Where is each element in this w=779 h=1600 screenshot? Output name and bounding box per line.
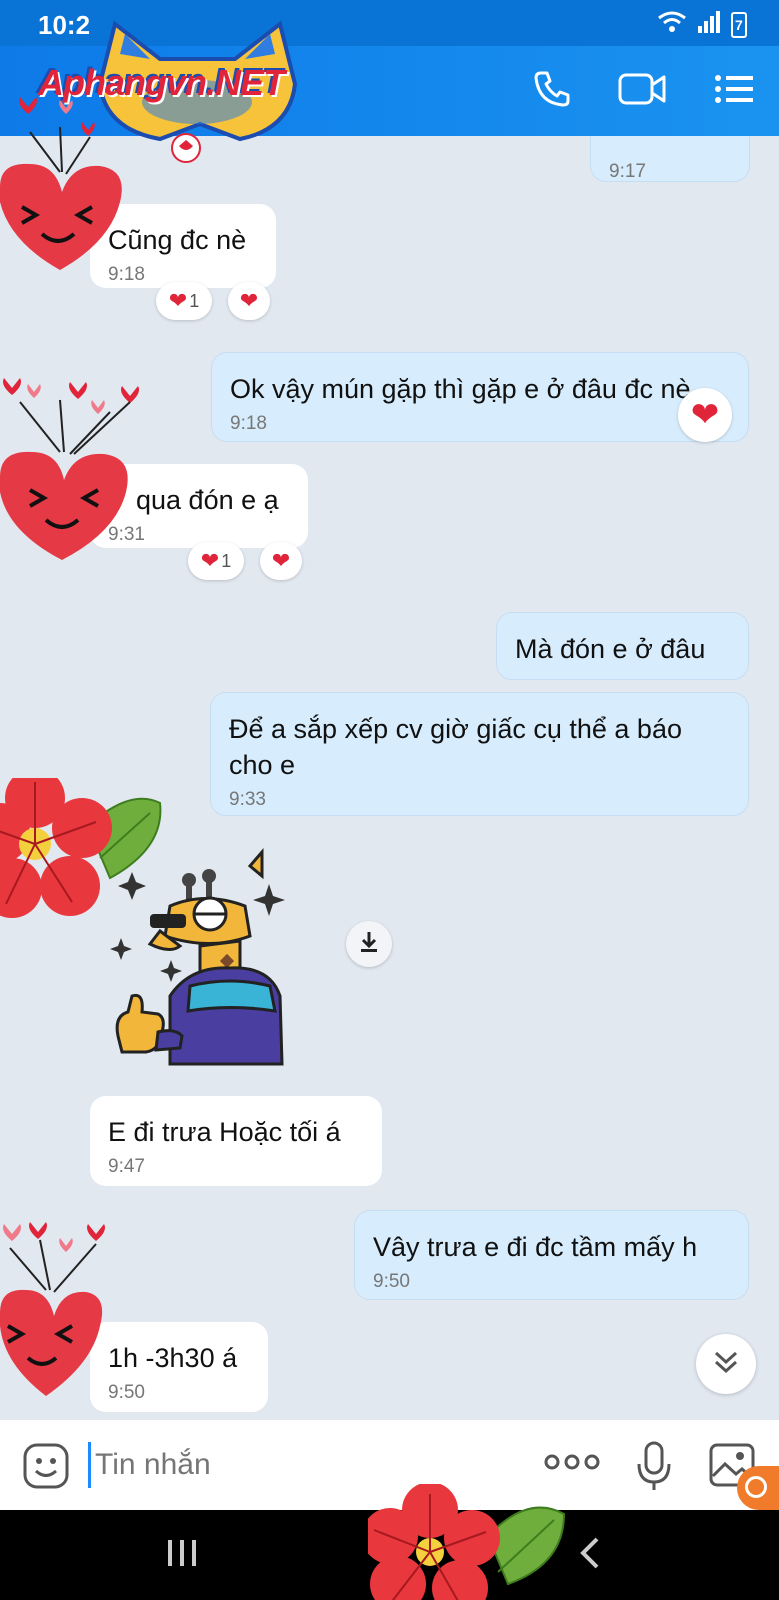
chevron-left-icon bbox=[578, 1536, 602, 1575]
message-time: 9:47 bbox=[108, 1156, 145, 1177]
message-bubble-outgoing[interactable]: Ok vậy mún gặp thì gặp e ở đâu đc nè 9:1… bbox=[211, 352, 749, 442]
wifi-icon bbox=[657, 10, 687, 39]
signal-icon bbox=[697, 10, 721, 39]
battery-level: 7 bbox=[735, 16, 743, 33]
message-text: Để a sắp xếp cv giờ giấc cụ thể a báo ch… bbox=[229, 714, 682, 780]
menu-list-icon bbox=[714, 73, 754, 110]
message-text: E đi trưa Hoặc tối á bbox=[108, 1117, 341, 1147]
back-nav-button[interactable] bbox=[560, 1530, 620, 1580]
reaction-count: 1 bbox=[189, 290, 200, 311]
emoji-smile-icon bbox=[22, 1443, 70, 1494]
scroll-to-bottom-button[interactable] bbox=[696, 1334, 756, 1394]
video-camera-icon bbox=[618, 71, 666, 112]
message-bubble-outgoing[interactable]: 9:17 bbox=[590, 136, 750, 182]
message-bubble-outgoing[interactable]: Để a sắp xếp cv giờ giấc cụ thể a báo ch… bbox=[210, 692, 749, 816]
heart-icon: ❤ bbox=[271, 548, 291, 573]
message-bubble-outgoing[interactable]: Mà đón e ở đâu bbox=[496, 612, 749, 680]
status-bar: 10:2 7 bbox=[0, 0, 779, 46]
message-input[interactable] bbox=[88, 1442, 508, 1488]
reaction-badge[interactable]: ❤ 1 bbox=[156, 282, 212, 320]
status-time: 10:2 bbox=[38, 10, 91, 40]
message-time: 9:33 bbox=[229, 789, 266, 810]
message-text: qua đón e ạ bbox=[136, 485, 279, 515]
message-bubble-incoming[interactable]: Cũng đc nè 9:18 bbox=[90, 204, 276, 288]
status-icons: 7 bbox=[657, 10, 747, 39]
download-sticker-button[interactable] bbox=[346, 921, 392, 967]
message-time: 9:50 bbox=[373, 1271, 410, 1292]
message-bubble-outgoing[interactable]: Vây trưa e đi đc tầm mấy h 9:50 bbox=[354, 1210, 749, 1300]
message-time: 9:18 bbox=[230, 413, 267, 434]
heart-icon: ❤ bbox=[690, 396, 720, 434]
reaction-badge[interactable]: ❤ 1 bbox=[188, 542, 244, 580]
back-button[interactable] bbox=[10, 70, 50, 114]
recent-apps-button[interactable] bbox=[152, 1530, 212, 1580]
chat-header bbox=[0, 46, 779, 136]
message-text: Vây trưa e đi đc tầm mấy h bbox=[373, 1232, 698, 1262]
heart-icon: ❤ bbox=[168, 288, 188, 313]
home-button[interactable] bbox=[360, 1530, 420, 1580]
message-time: 9:17 bbox=[609, 161, 646, 182]
message-text: Mà đón e ở đâu bbox=[515, 634, 706, 664]
emoji-button[interactable] bbox=[22, 1442, 70, 1490]
message-composer bbox=[0, 1420, 779, 1510]
more-options-button[interactable] bbox=[544, 1452, 600, 1478]
recent-apps-icon bbox=[164, 1538, 200, 1573]
download-icon bbox=[358, 930, 380, 959]
message-text: 1h -3h30 á bbox=[108, 1343, 238, 1373]
battery-icon: 7 bbox=[731, 11, 747, 38]
more-dots-icon bbox=[544, 1454, 600, 1476]
heart-icon: ❤ bbox=[239, 288, 259, 313]
message-time: 9:50 bbox=[108, 1382, 145, 1403]
add-reaction-button[interactable]: ❤ bbox=[260, 542, 302, 580]
message-bubble-incoming[interactable]: qua đón e ạ 9:31 bbox=[90, 464, 308, 548]
double-chevron-down-icon bbox=[712, 1349, 740, 1380]
message-list[interactable]: 9:17 Cũng đc nè 9:18 ❤ 1 ❤ Ok vậy mún gặ… bbox=[0, 136, 779, 1420]
chat-options-button[interactable] bbox=[710, 68, 758, 114]
add-reaction-button[interactable]: ❤ bbox=[228, 282, 270, 320]
voice-message-button[interactable] bbox=[634, 1440, 674, 1492]
system-nav-bar bbox=[0, 1510, 779, 1600]
message-bubble-incoming[interactable]: 1h -3h30 á 9:50 bbox=[90, 1322, 268, 1412]
voice-call-button[interactable] bbox=[528, 68, 576, 114]
phone-icon bbox=[532, 69, 572, 114]
message-text: Cũng đc nè bbox=[108, 225, 247, 255]
message-bubble-incoming[interactable]: E đi trưa Hoặc tối á 9:47 bbox=[90, 1096, 382, 1186]
heart-icon: ❤ bbox=[200, 548, 220, 573]
giraffe-sticker[interactable] bbox=[110, 836, 300, 1066]
message-text: Ok vậy mún gặp thì gặp e ở đâu đc nè bbox=[230, 374, 691, 404]
microphone-icon bbox=[634, 1441, 674, 1496]
reaction-badge[interactable]: ❤ bbox=[678, 388, 732, 442]
assistant-float-button[interactable] bbox=[737, 1466, 779, 1510]
video-call-button[interactable] bbox=[618, 68, 666, 114]
cat-face-icon bbox=[745, 1476, 767, 1498]
reaction-count: 1 bbox=[221, 550, 232, 571]
